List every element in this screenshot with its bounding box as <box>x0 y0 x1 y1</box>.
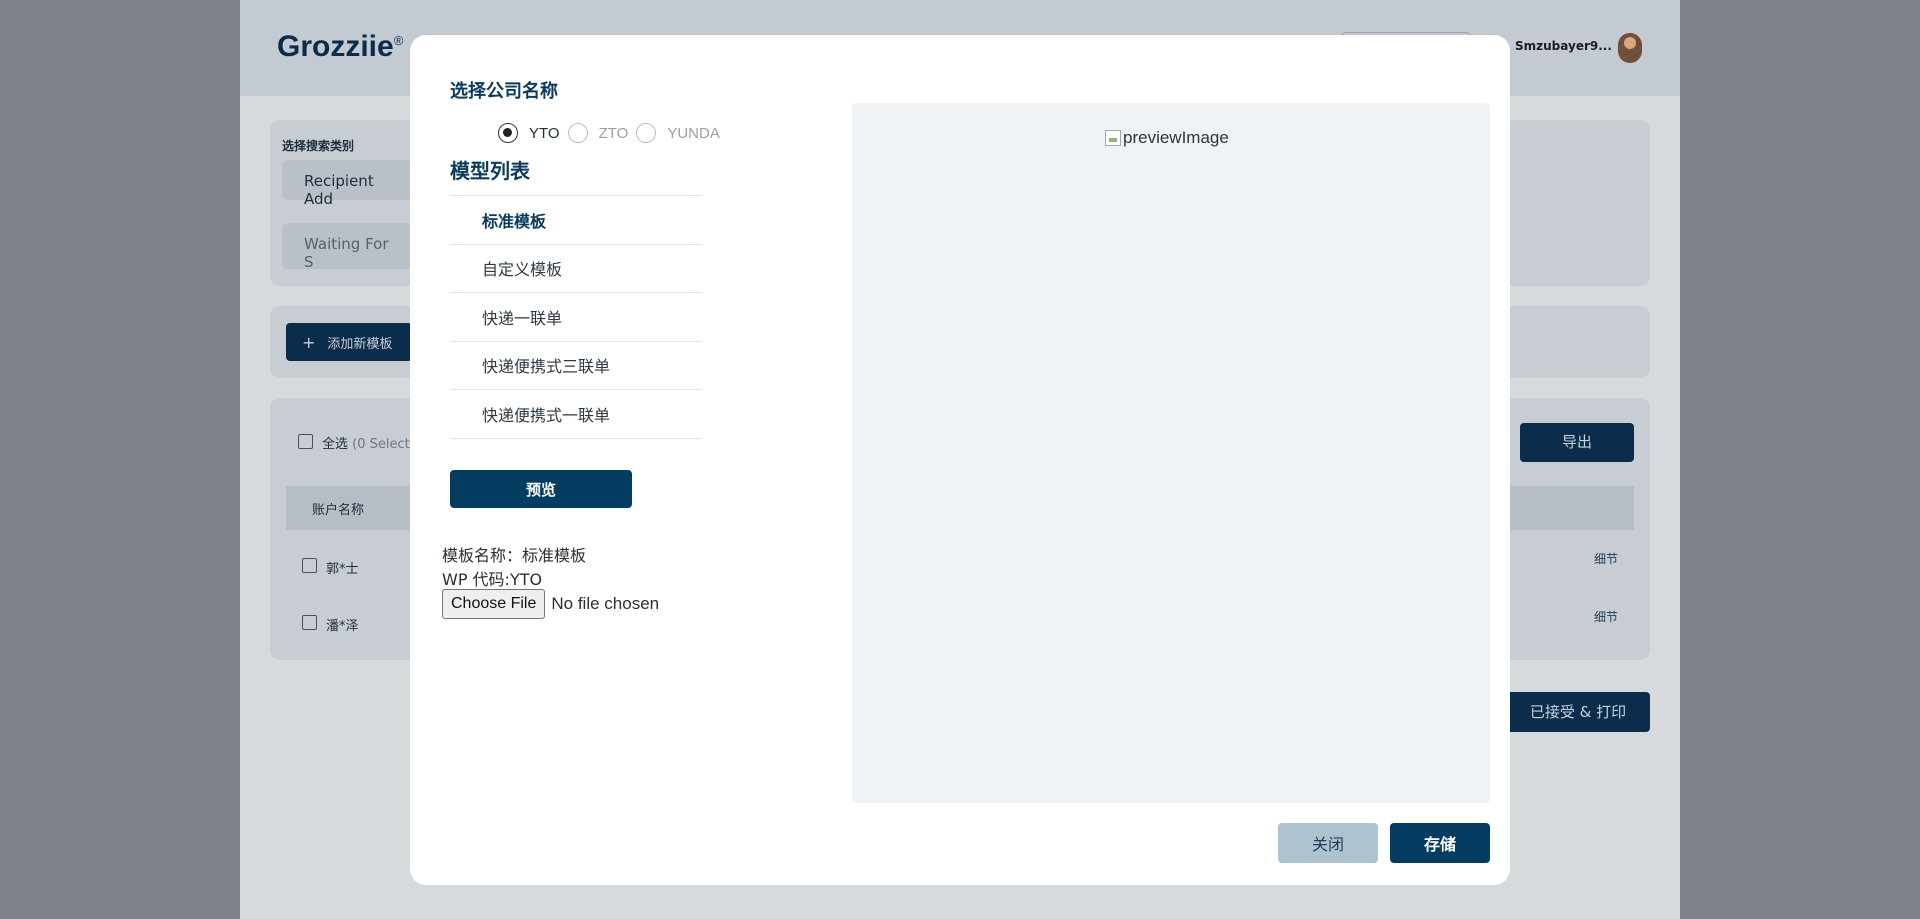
file-status: No file chosen <box>551 594 660 613</box>
close-button[interactable]: 关闭 <box>1278 823 1378 863</box>
row-detail-link[interactable]: 细节 <box>1594 608 1618 625</box>
radio-option-yto[interactable]: YTO <box>498 123 560 143</box>
status-select[interactable]: Waiting For S <box>282 223 412 271</box>
radio-button[interactable] <box>498 123 518 143</box>
avatar[interactable] <box>1618 33 1642 63</box>
radio-button[interactable] <box>567 123 588 143</box>
template-modal: 选择公司名称 YTO ZTO YUNDA 模型列表 标准模板 自定义模板 快递一… <box>410 35 1510 885</box>
row-checkbox[interactable] <box>302 558 317 573</box>
search-category-select[interactable]: Recipient Add <box>282 160 412 208</box>
template-list: 标准模板 自定义模板 快递一联单 快递便携式三联单 快递便携式一联单 <box>450 195 702 439</box>
template-item-portable-single[interactable]: 快递便携式一联单 <box>450 390 702 439</box>
search-category-label: 选择搜索类别 <box>282 139 355 153</box>
username: Smzubayer9... <box>1515 39 1612 53</box>
row-detail-link[interactable]: 细节 <box>1594 550 1618 567</box>
row-name: 潘*泽 <box>326 619 359 634</box>
add-template-button[interactable]: + 添加新模板 <box>286 323 412 361</box>
template-item-portable-triple[interactable]: 快递便携式三联单 <box>450 342 702 390</box>
radio-label: ZTO <box>598 124 629 142</box>
company-title: 选择公司名称 <box>450 81 558 102</box>
template-list-title: 模型列表 <box>450 159 530 183</box>
radio-button[interactable] <box>636 123 657 143</box>
preview-image-alt: previewImage <box>1123 128 1229 147</box>
broken-image-icon <box>1105 130 1121 146</box>
preview-image: previewImage <box>1105 128 1229 148</box>
add-template-label: 添加新模板 <box>327 337 393 352</box>
export-button[interactable]: 导出 <box>1520 423 1634 462</box>
column-header-account: 账户名称 <box>312 503 365 518</box>
accept-print-button[interactable]: 已接受 & 打印 <box>1506 692 1650 732</box>
row-checkbox[interactable] <box>302 615 317 630</box>
select-all-label: 全选 (0 Selecte <box>322 437 418 452</box>
template-name-info: 模板名称：标准模板 <box>442 546 587 565</box>
template-item-single[interactable]: 快递一联单 <box>450 293 702 342</box>
choose-file-button[interactable]: Choose File <box>442 589 546 619</box>
radio-option-zto[interactable]: ZTO <box>567 123 629 143</box>
preview-button[interactable]: 预览 <box>450 470 632 508</box>
template-item-custom[interactable]: 自定义模板 <box>450 245 702 293</box>
preview-pane: previewImage <box>852 103 1490 803</box>
radio-label: YTO <box>529 124 560 142</box>
save-button[interactable]: 存储 <box>1390 823 1490 863</box>
wp-code-info: WP 代码:YTO <box>442 570 543 589</box>
plus-icon: + <box>302 333 316 352</box>
radio-option-yunda[interactable]: YUNDA <box>636 123 720 143</box>
row-name: 郭*士 <box>326 562 359 577</box>
select-all-checkbox[interactable] <box>298 434 313 449</box>
company-radio-group: YTO ZTO YUNDA <box>498 123 728 143</box>
template-item-standard[interactable]: 标准模板 <box>450 196 702 245</box>
logo: Grozziie® <box>277 30 404 63</box>
file-input: Choose File No file chosen <box>442 589 659 619</box>
radio-label: YUNDA <box>667 124 720 142</box>
